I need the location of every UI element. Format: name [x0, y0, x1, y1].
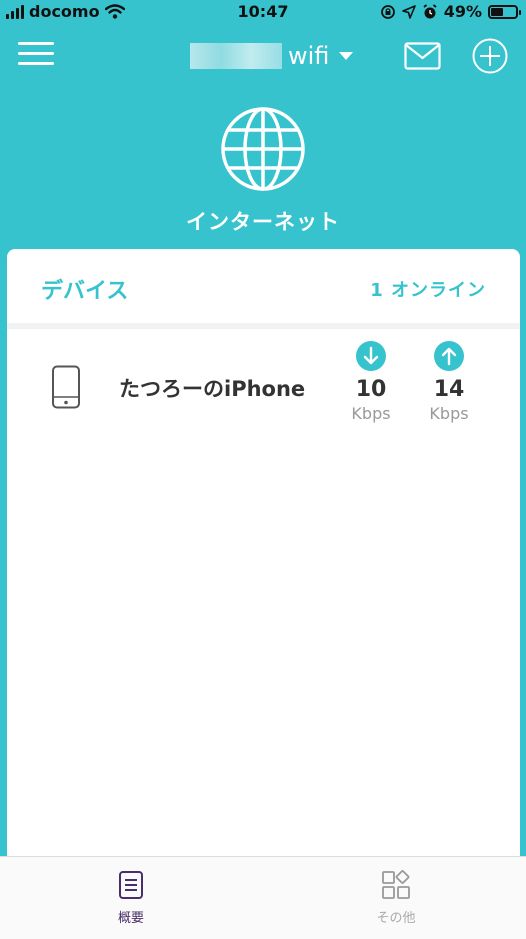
- internet-status[interactable]: インターネット: [0, 106, 526, 236]
- upload-arrow-icon: [434, 341, 464, 371]
- devices-card: デバイス 1 オンライン たつろーのiPhone 10 Kbps 14 Kbps: [7, 249, 520, 869]
- location-icon: [401, 4, 416, 19]
- status-bar: docomo 10:47 49%: [0, 0, 526, 24]
- tab-overview-label: 概要: [117, 911, 144, 926]
- download-unit: Kbps: [351, 404, 391, 423]
- phone-icon: [52, 365, 80, 409]
- devices-header: デバイス 1 オンライン: [7, 249, 520, 323]
- redacted-network-prefix: [190, 43, 282, 69]
- online-count[interactable]: 1 オンライン: [370, 276, 486, 302]
- device-name: たつろーのiPhone: [119, 377, 306, 401]
- tab-bar: 概要 その他: [0, 856, 526, 939]
- rotation-lock-icon: [380, 4, 395, 19]
- add-circle-icon[interactable]: [472, 38, 508, 74]
- upload-unit: Kbps: [429, 404, 469, 423]
- overview-icon: [119, 871, 143, 899]
- menu-button[interactable]: [18, 42, 54, 70]
- download-rate: 10 Kbps: [341, 341, 401, 423]
- battery-icon: [488, 4, 521, 19]
- network-name: wifi: [288, 42, 330, 70]
- battery-percent: 49%: [443, 2, 482, 21]
- globe-icon: [221, 107, 305, 191]
- tab-overview[interactable]: 概要: [91, 869, 171, 926]
- app-header: wifi: [0, 34, 526, 78]
- more-grid-icon: [382, 870, 410, 899]
- caret-down-icon: [339, 52, 354, 60]
- upload-rate: 14 Kbps: [419, 341, 479, 423]
- alarm-icon: [423, 3, 437, 18]
- tab-more-label: その他: [376, 911, 416, 926]
- mail-icon[interactable]: [404, 42, 441, 70]
- device-row[interactable]: たつろーのiPhone 10 Kbps 14 Kbps: [7, 329, 520, 439]
- network-selector[interactable]: wifi: [190, 40, 354, 72]
- download-arrow-icon: [356, 341, 386, 371]
- upload-value: 14: [433, 377, 465, 402]
- internet-label: インターネット: [186, 210, 340, 234]
- tab-more[interactable]: その他: [356, 869, 436, 926]
- status-right: 49%: [380, 2, 521, 21]
- devices-title: デバイス: [41, 279, 129, 304]
- download-value: 10: [355, 377, 387, 402]
